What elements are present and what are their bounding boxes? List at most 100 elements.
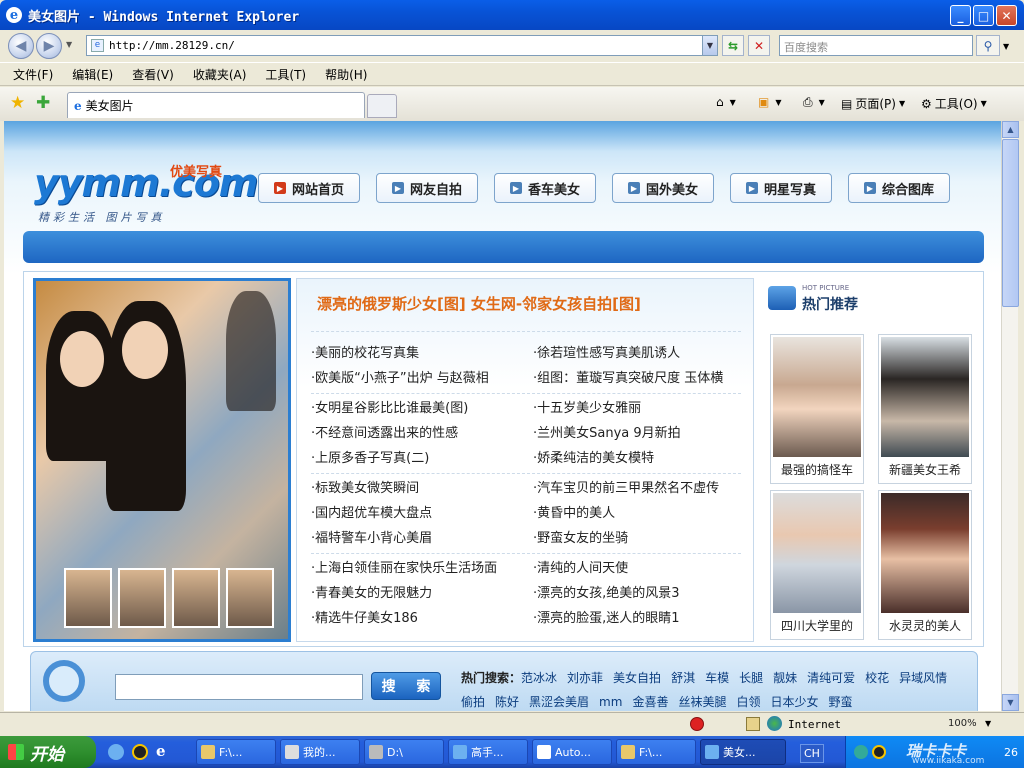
qq-icon[interactable] [132, 744, 148, 760]
list-item[interactable]: ·野蛮女友的坐骑 [533, 526, 719, 551]
hot-keyword[interactable]: 范冰冰 [521, 671, 557, 685]
list-item[interactable]: ·汽车宝贝的前三甲果然名不虚传 [533, 476, 719, 501]
taskbar-item-active[interactable]: 美女... [700, 739, 786, 765]
maximize-button[interactable]: □ [973, 5, 994, 26]
taskbar-item[interactable]: D:\ [364, 739, 444, 765]
scroll-up-icon[interactable]: ▲ [1002, 121, 1019, 138]
popup-blocker-icon[interactable] [690, 717, 704, 731]
thumbnail[interactable] [64, 568, 112, 628]
language-indicator[interactable]: CH [800, 744, 824, 763]
list-item[interactable]: ·兰州美女Sanya 9月新拍 [533, 421, 681, 446]
featured-photo[interactable] [33, 278, 291, 642]
thumbnail[interactable] [172, 568, 220, 628]
hot-keyword[interactable]: mm [599, 695, 622, 709]
clock[interactable]: 26 [1004, 746, 1018, 759]
menu-edit[interactable]: 编辑(E) [72, 66, 113, 83]
top-headline[interactable]: 漂亮的俄罗斯少女[图] 女生网-邻家女孩自拍[图] [317, 293, 641, 314]
address-field[interactable]: e http://mm.28129.cn/ [86, 35, 718, 56]
thumbnail[interactable] [226, 568, 274, 628]
hot-keyword[interactable]: 黑涩会美眉 [529, 695, 589, 709]
hot-keyword[interactable]: 金喜善 [632, 695, 668, 709]
start-button[interactable]: 开始 [0, 736, 96, 768]
hot-keyword[interactable]: 舒淇 [671, 671, 695, 685]
tools-menu-button[interactable]: ⚙ 工具(O) ▼ [921, 95, 987, 112]
zoom-level[interactable]: 100% [948, 718, 977, 729]
taskbar-item[interactable]: F:\... [616, 739, 696, 765]
history-dropdown-icon[interactable]: ▼ [66, 40, 72, 49]
hot-keyword[interactable]: 清纯可爱 [807, 671, 855, 685]
menu-view[interactable]: 查看(V) [132, 66, 174, 83]
forward-button[interactable]: ▶ [36, 33, 62, 59]
hot-keyword[interactable]: 校花 [865, 671, 889, 685]
quicklaunch-icon[interactable] [108, 744, 124, 760]
scroll-down-icon[interactable]: ▼ [1002, 694, 1019, 711]
vertical-scrollbar[interactable]: ▲ ▼ [1001, 121, 1019, 711]
hot-keyword[interactable]: 白领 [736, 695, 760, 709]
search-go-button[interactable]: ⚲ [976, 35, 1000, 56]
hot-keyword[interactable]: 美女自拍 [613, 671, 661, 685]
nav-selfie[interactable]: ▶ 网友自拍 [376, 173, 478, 203]
list-item[interactable]: ·漂亮的女孩,绝美的风景3 [533, 581, 680, 606]
search-options-icon[interactable]: ▼ [1003, 42, 1009, 51]
minimize-button[interactable]: _ [950, 5, 971, 26]
feeds-button[interactable]: ▣ ▼ [758, 95, 782, 109]
list-item[interactable]: ·徐若瑄性感写真美肌诱人 [533, 341, 723, 366]
thumbnail[interactable] [118, 568, 166, 628]
hot-card[interactable]: 最强的搞怪车 [770, 334, 864, 484]
hot-keyword[interactable]: 异域风情 [899, 671, 947, 685]
hot-keyword[interactable]: 日本少女 [770, 695, 818, 709]
nav-stars[interactable]: ▶ 明星写真 [730, 173, 832, 203]
hot-keyword[interactable]: 长腿 [739, 671, 763, 685]
list-item[interactable]: ·欧美版“小燕子”出炉 与赵薇相 [311, 366, 489, 391]
list-item[interactable]: ·黄昏中的美人 [533, 501, 719, 526]
stop-button[interactable]: ✕ [748, 35, 770, 56]
list-item[interactable]: ·漂亮的脸蛋,迷人的眼睛1 [533, 606, 680, 631]
search-button[interactable]: 搜 索 [371, 672, 441, 700]
hot-keyword[interactable]: 靓妹 [773, 671, 797, 685]
hot-keyword[interactable]: 车模 [705, 671, 729, 685]
print-button[interactable]: ⎙ ▼ [803, 95, 825, 110]
taskbar-item[interactable]: 我的... [280, 739, 360, 765]
nav-foreign[interactable]: ▶ 国外美女 [612, 173, 714, 203]
taskbar-item[interactable]: F:\... [196, 739, 276, 765]
search-input[interactable]: 百度搜索 [779, 35, 973, 56]
favorites-star-icon[interactable]: ★ [10, 93, 25, 113]
nav-home[interactable]: ▶ 网站首页 [258, 173, 360, 203]
hot-keyword[interactable]: 陈好 [495, 695, 519, 709]
qq-tray-icon[interactable] [872, 745, 886, 759]
site-logo[interactable]: yymm.com [34, 161, 258, 205]
list-item[interactable]: ·福特警车小背心美眉 [311, 526, 432, 551]
address-dropdown-button[interactable]: ▼ [702, 35, 718, 56]
taskbar-item[interactable]: Auto... [532, 739, 612, 765]
keyword-input[interactable] [115, 674, 363, 700]
list-item[interactable]: ·娇柔纯洁的美女模特 [533, 446, 681, 471]
scroll-thumb[interactable] [1002, 139, 1019, 307]
hot-keyword[interactable]: 刘亦菲 [567, 671, 603, 685]
close-button[interactable]: ✕ [996, 5, 1017, 26]
refresh-button[interactable]: ⇆ [722, 35, 744, 56]
new-tab-button[interactable] [367, 94, 397, 118]
back-button[interactable]: ◀ [8, 33, 34, 59]
menu-tools[interactable]: 工具(T) [265, 66, 306, 83]
list-item[interactable]: ·组图：董璇写真突破尺度 玉体横 [533, 366, 723, 391]
hot-keyword[interactable]: 偷拍 [461, 695, 485, 709]
list-item[interactable]: ·清纯的人间天使 [533, 556, 680, 581]
list-item[interactable]: ·标致美女微笑瞬间 [311, 476, 432, 501]
hot-card[interactable]: 四川大学里的 [770, 490, 864, 640]
menu-help[interactable]: 帮助(H) [325, 66, 367, 83]
tab-current[interactable]: e 美女图片 [67, 92, 365, 118]
taskbar-item[interactable]: 高手... [448, 739, 528, 765]
hot-keyword[interactable]: 丝袜美腿 [678, 695, 726, 709]
list-item[interactable]: ·女明星谷影比比谁最美(图) [311, 396, 468, 421]
list-item[interactable]: ·不经意间透露出来的性感 [311, 421, 468, 446]
menu-favorites[interactable]: 收藏夹(A) [193, 66, 247, 83]
tray-icon[interactable] [854, 745, 868, 759]
list-item[interactable]: ·上原多香子写真(二) [311, 446, 468, 471]
list-item[interactable]: ·国内超优车模大盘点 [311, 501, 432, 526]
nav-car-models[interactable]: ▶ 香车美女 [494, 173, 596, 203]
hot-card[interactable]: 新疆美女王希 [878, 334, 972, 484]
list-item[interactable]: ·上海白领佳丽在家快乐生活场面 [311, 556, 497, 581]
home-button[interactable]: ⌂ ▼ [716, 95, 736, 109]
photo-thumbnails[interactable] [64, 568, 274, 628]
list-item[interactable]: ·青春美女的无限魅力 [311, 581, 497, 606]
